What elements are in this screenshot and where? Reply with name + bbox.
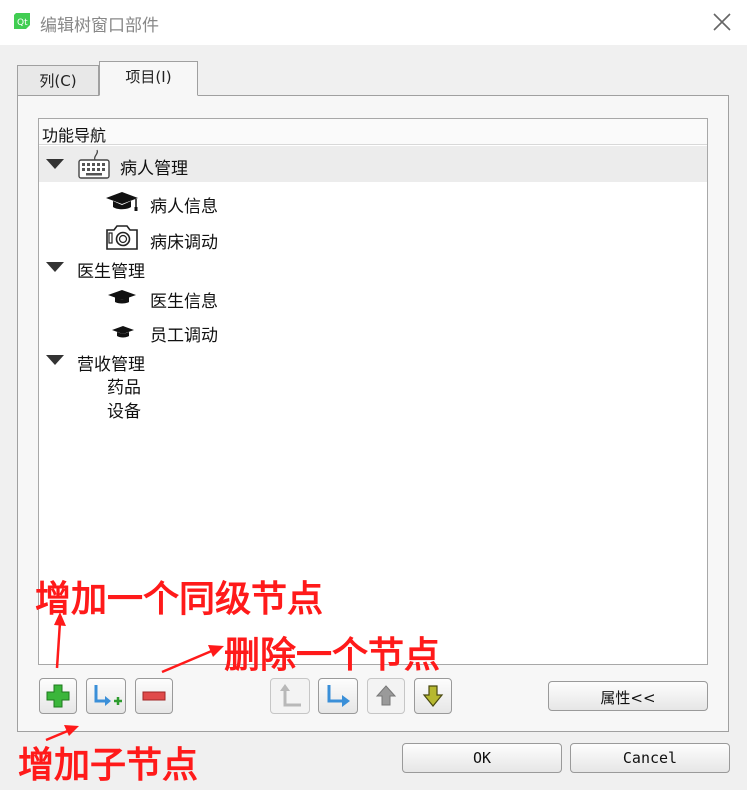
tab-items[interactable]: 项目(I) <box>99 61 198 96</box>
annotation-arrows <box>45 612 224 742</box>
